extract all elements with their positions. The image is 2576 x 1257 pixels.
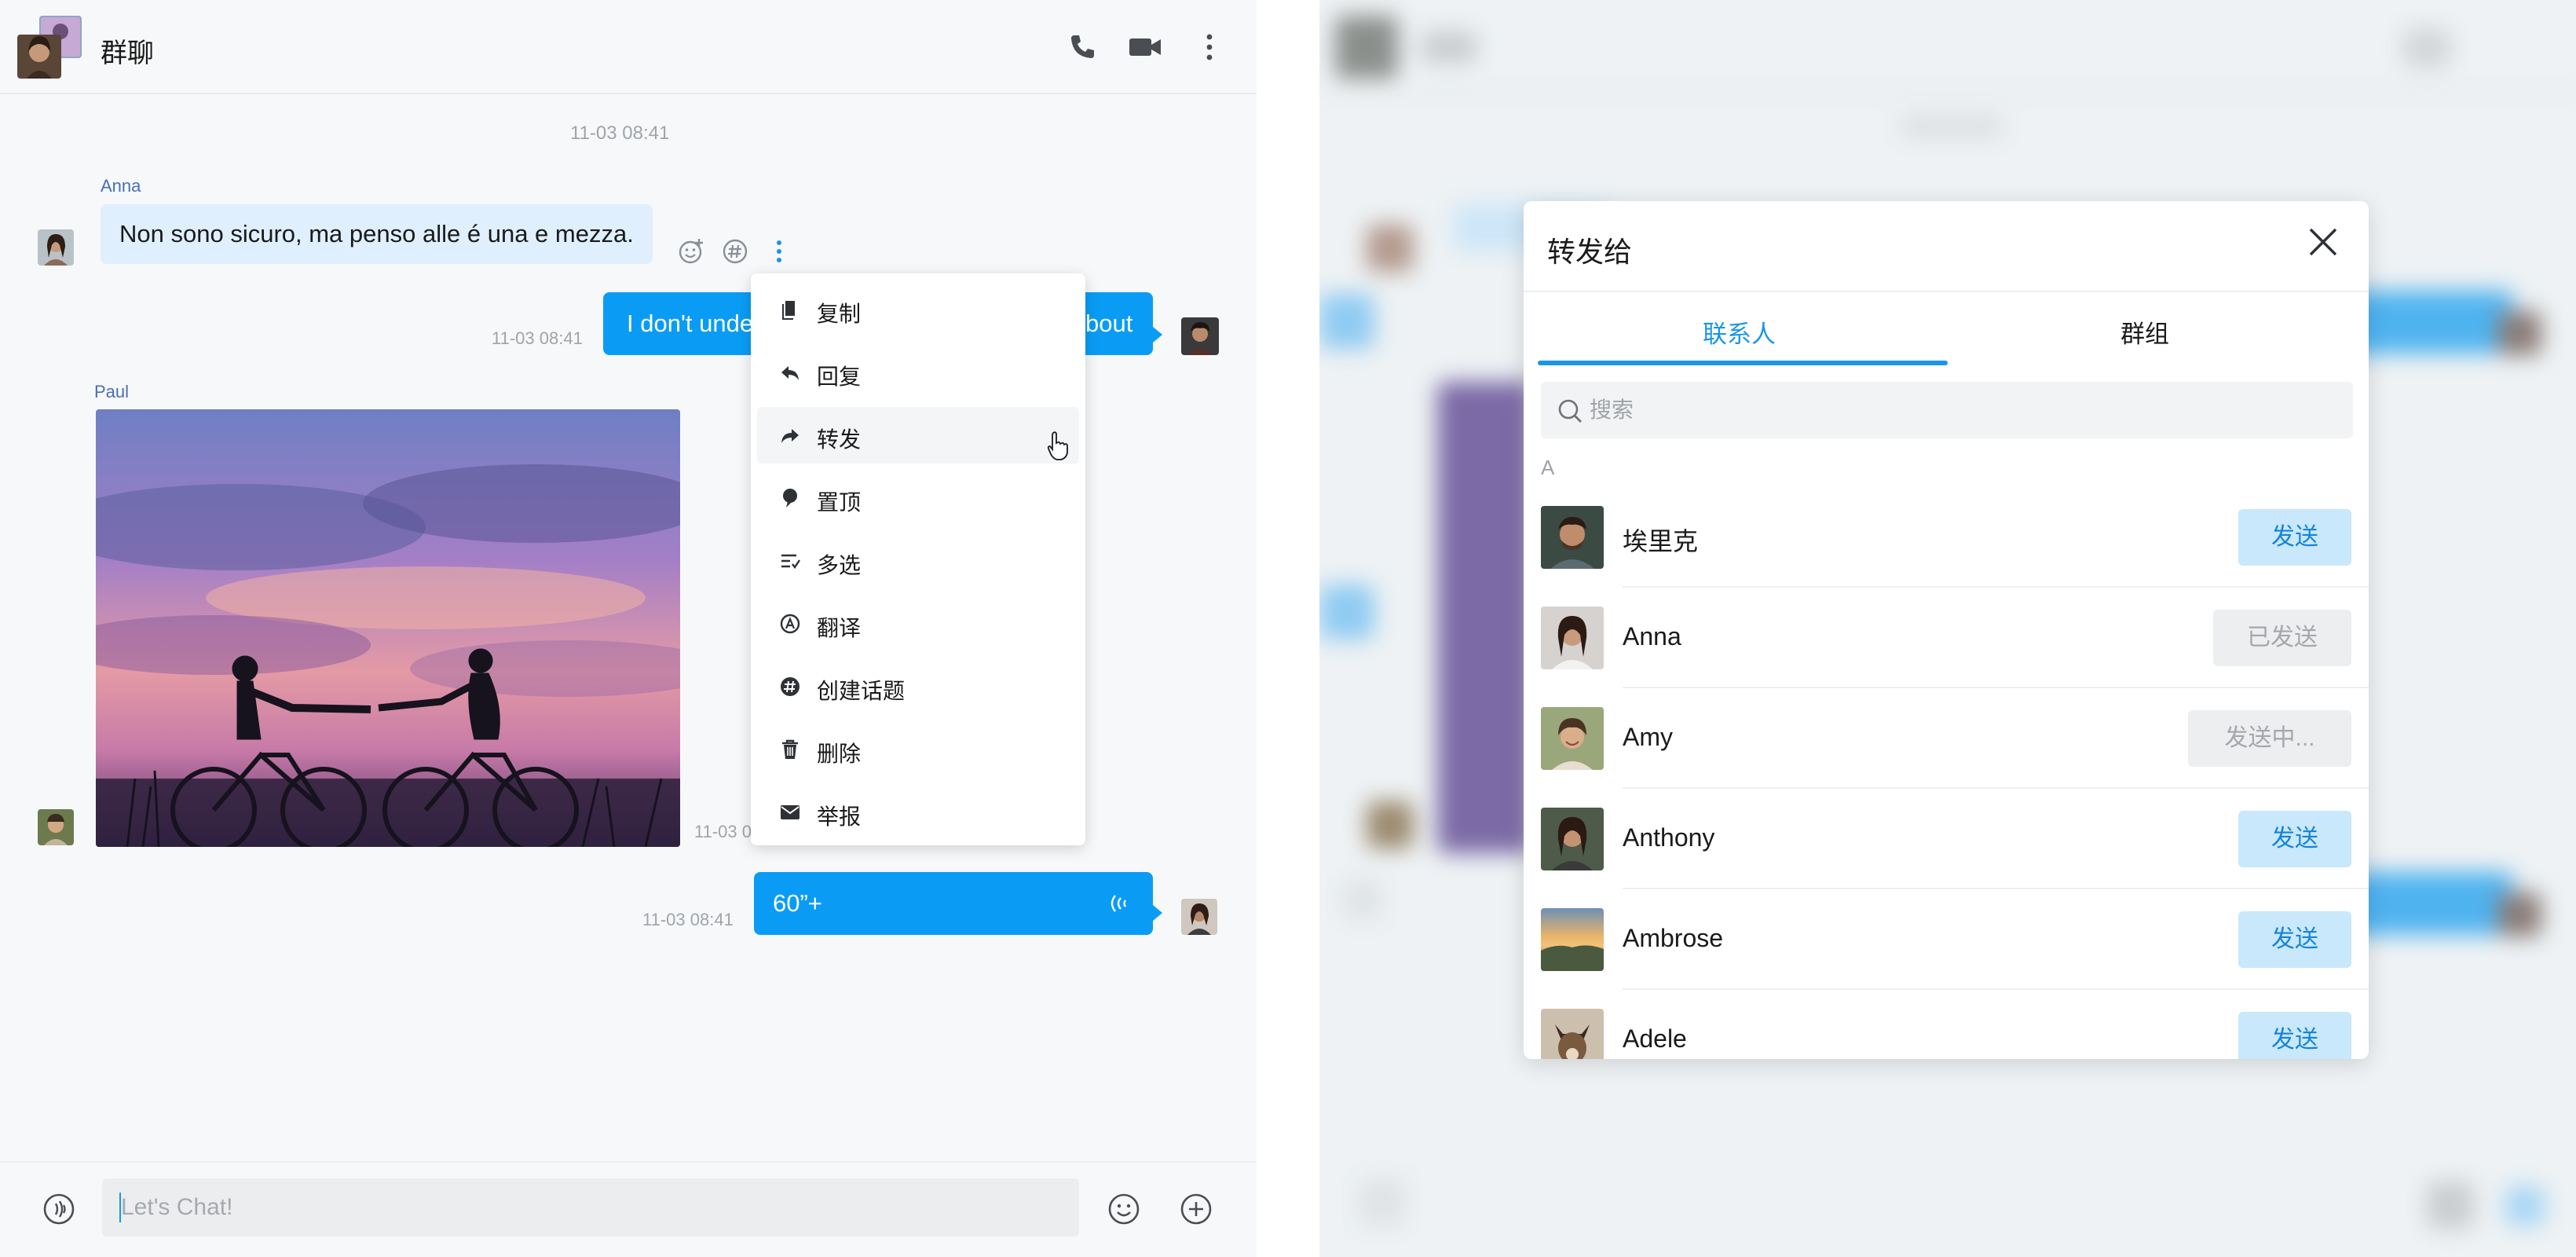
voice-message-bubble[interactable]: 60”+ [754,872,1153,935]
search-input[interactable] [1590,382,2344,438]
avatar[interactable] [1181,899,1217,935]
video-call-icon[interactable] [1128,31,1162,63]
trash-icon [782,739,798,759]
phone-icon[interactable] [1067,31,1098,63]
contact-name: Amy [1623,723,1673,751]
section-letter: A [1541,456,1555,479]
contact-row: Amy 发送中... [1541,688,2369,789]
send-button[interactable]: 发送 [2238,811,2351,867]
avatar [1541,506,1604,569]
mail-icon [781,805,800,819]
emoji-icon[interactable] [1107,1193,1140,1226]
reply-icon [781,366,799,380]
avatar [1541,707,1604,770]
sender-name: Anna [101,176,141,196]
avatar [1541,607,1604,669]
message-text-start: I don't unde [627,310,754,337]
contact-name: Anthony [1623,823,1715,852]
date-divider: 11-03 08:41 [570,123,670,144]
message-text-end: bout [1085,310,1133,337]
image-message[interactable] [96,409,680,847]
message-more-icon[interactable] [770,237,789,266]
tab-contacts[interactable]: 联系人 [1703,314,1776,350]
contact-name: Adele [1623,1024,1687,1053]
contact-name: 埃里克 [1623,527,1699,555]
menu-item-report[interactable]: 举报 [757,784,1079,841]
add-attachment-icon[interactable] [1180,1193,1213,1226]
translate-icon [780,614,800,634]
sent-status-button: 已发送 [2213,610,2351,666]
text-caret [119,1193,121,1222]
bubble-tail [1153,905,1162,921]
menu-item-reply[interactable]: 回复 [757,344,1079,401]
message-input[interactable] [102,1178,1079,1237]
message-time: 11-03 08:41 [642,910,734,929]
message-time: 11-03 08:41 [492,328,583,348]
copy-icon [782,301,795,320]
menu-item-create-topic[interactable]: 创建话题 [757,658,1079,715]
chat-header: 群聊 [0,0,1257,94]
contact-row: Ambrose 发送 [1541,889,2369,990]
avatar [1541,908,1604,971]
chat-title: 群聊 [101,38,154,68]
divider [1524,291,2369,292]
send-button[interactable]: 发送 [2238,1012,2351,1059]
sender-name: Paul [94,382,130,401]
forward-dialog: 转发给 联系人 群组 A 埃里克 发送 [1524,201,2369,1059]
avatar [1541,1009,1604,1059]
tab-groups[interactable]: 群组 [2120,314,2169,350]
pin-icon [783,489,797,508]
menu-item-multi-select[interactable]: 多选 [757,533,1079,589]
menu-item-pin[interactable]: 置顶 [757,470,1079,526]
voice-input-icon[interactable] [42,1193,75,1226]
active-tab-indicator [1538,361,1948,365]
menu-item-copy[interactable]: 复制 [757,281,1079,338]
pointer-cursor-icon [1047,431,1068,460]
add-reaction-icon[interactable] [677,237,705,266]
message-context-menu: 复制 回复 转发 置顶 多选 翻译 创建话题 删除 举报 [751,273,1085,845]
close-icon[interactable] [2303,222,2344,262]
topic-icon [781,677,800,696]
contact-row: Adele 发送 [1541,990,2369,1059]
chat-panel: 群聊 11-03 08:41 Anna Non sono sicuro, ma … [0,0,1257,1257]
send-button[interactable]: 发送 [2238,509,2351,566]
message-bubble-incoming[interactable]: Non sono sicuro, ma penso alle é una e m… [101,204,653,264]
sending-status-button: 发送中... [2188,710,2351,767]
topic-hash-icon[interactable] [721,237,749,266]
message-time: 11-03 0 [694,822,752,841]
forward-icon [781,429,799,443]
voice-wave-icon [1111,895,1126,912]
dialog-title: 转发给 [1547,236,1633,268]
menu-item-delete[interactable]: 删除 [757,721,1079,778]
avatar[interactable] [38,229,74,266]
contact-name: Anna [1623,622,1681,650]
multi-select-icon [781,554,800,570]
avatar [1541,808,1604,870]
bubble-tail [1153,327,1162,343]
group-avatar[interactable] [17,16,82,79]
more-vertical-icon[interactable] [1194,31,1225,63]
avatar[interactable] [38,809,74,845]
send-button[interactable]: 发送 [2238,911,2351,968]
contact-row: Anthony 发送 [1541,789,2369,889]
menu-item-translate[interactable]: 翻译 [757,596,1079,652]
contact-name: Ambrose [1623,924,1724,952]
forward-screen: 转发给 联系人 群组 A 埃里克 发送 [1319,0,2576,1257]
contact-row: 埃里克 发送 [1541,487,2369,588]
search-icon [1558,399,1582,423]
contact-row: Anna 已发送 [1541,588,2369,688]
contact-search [1541,382,2353,438]
voice-duration: 60”+ [773,889,822,917]
avatar[interactable] [1181,317,1219,355]
menu-item-forward[interactable]: 转发 [757,407,1079,464]
